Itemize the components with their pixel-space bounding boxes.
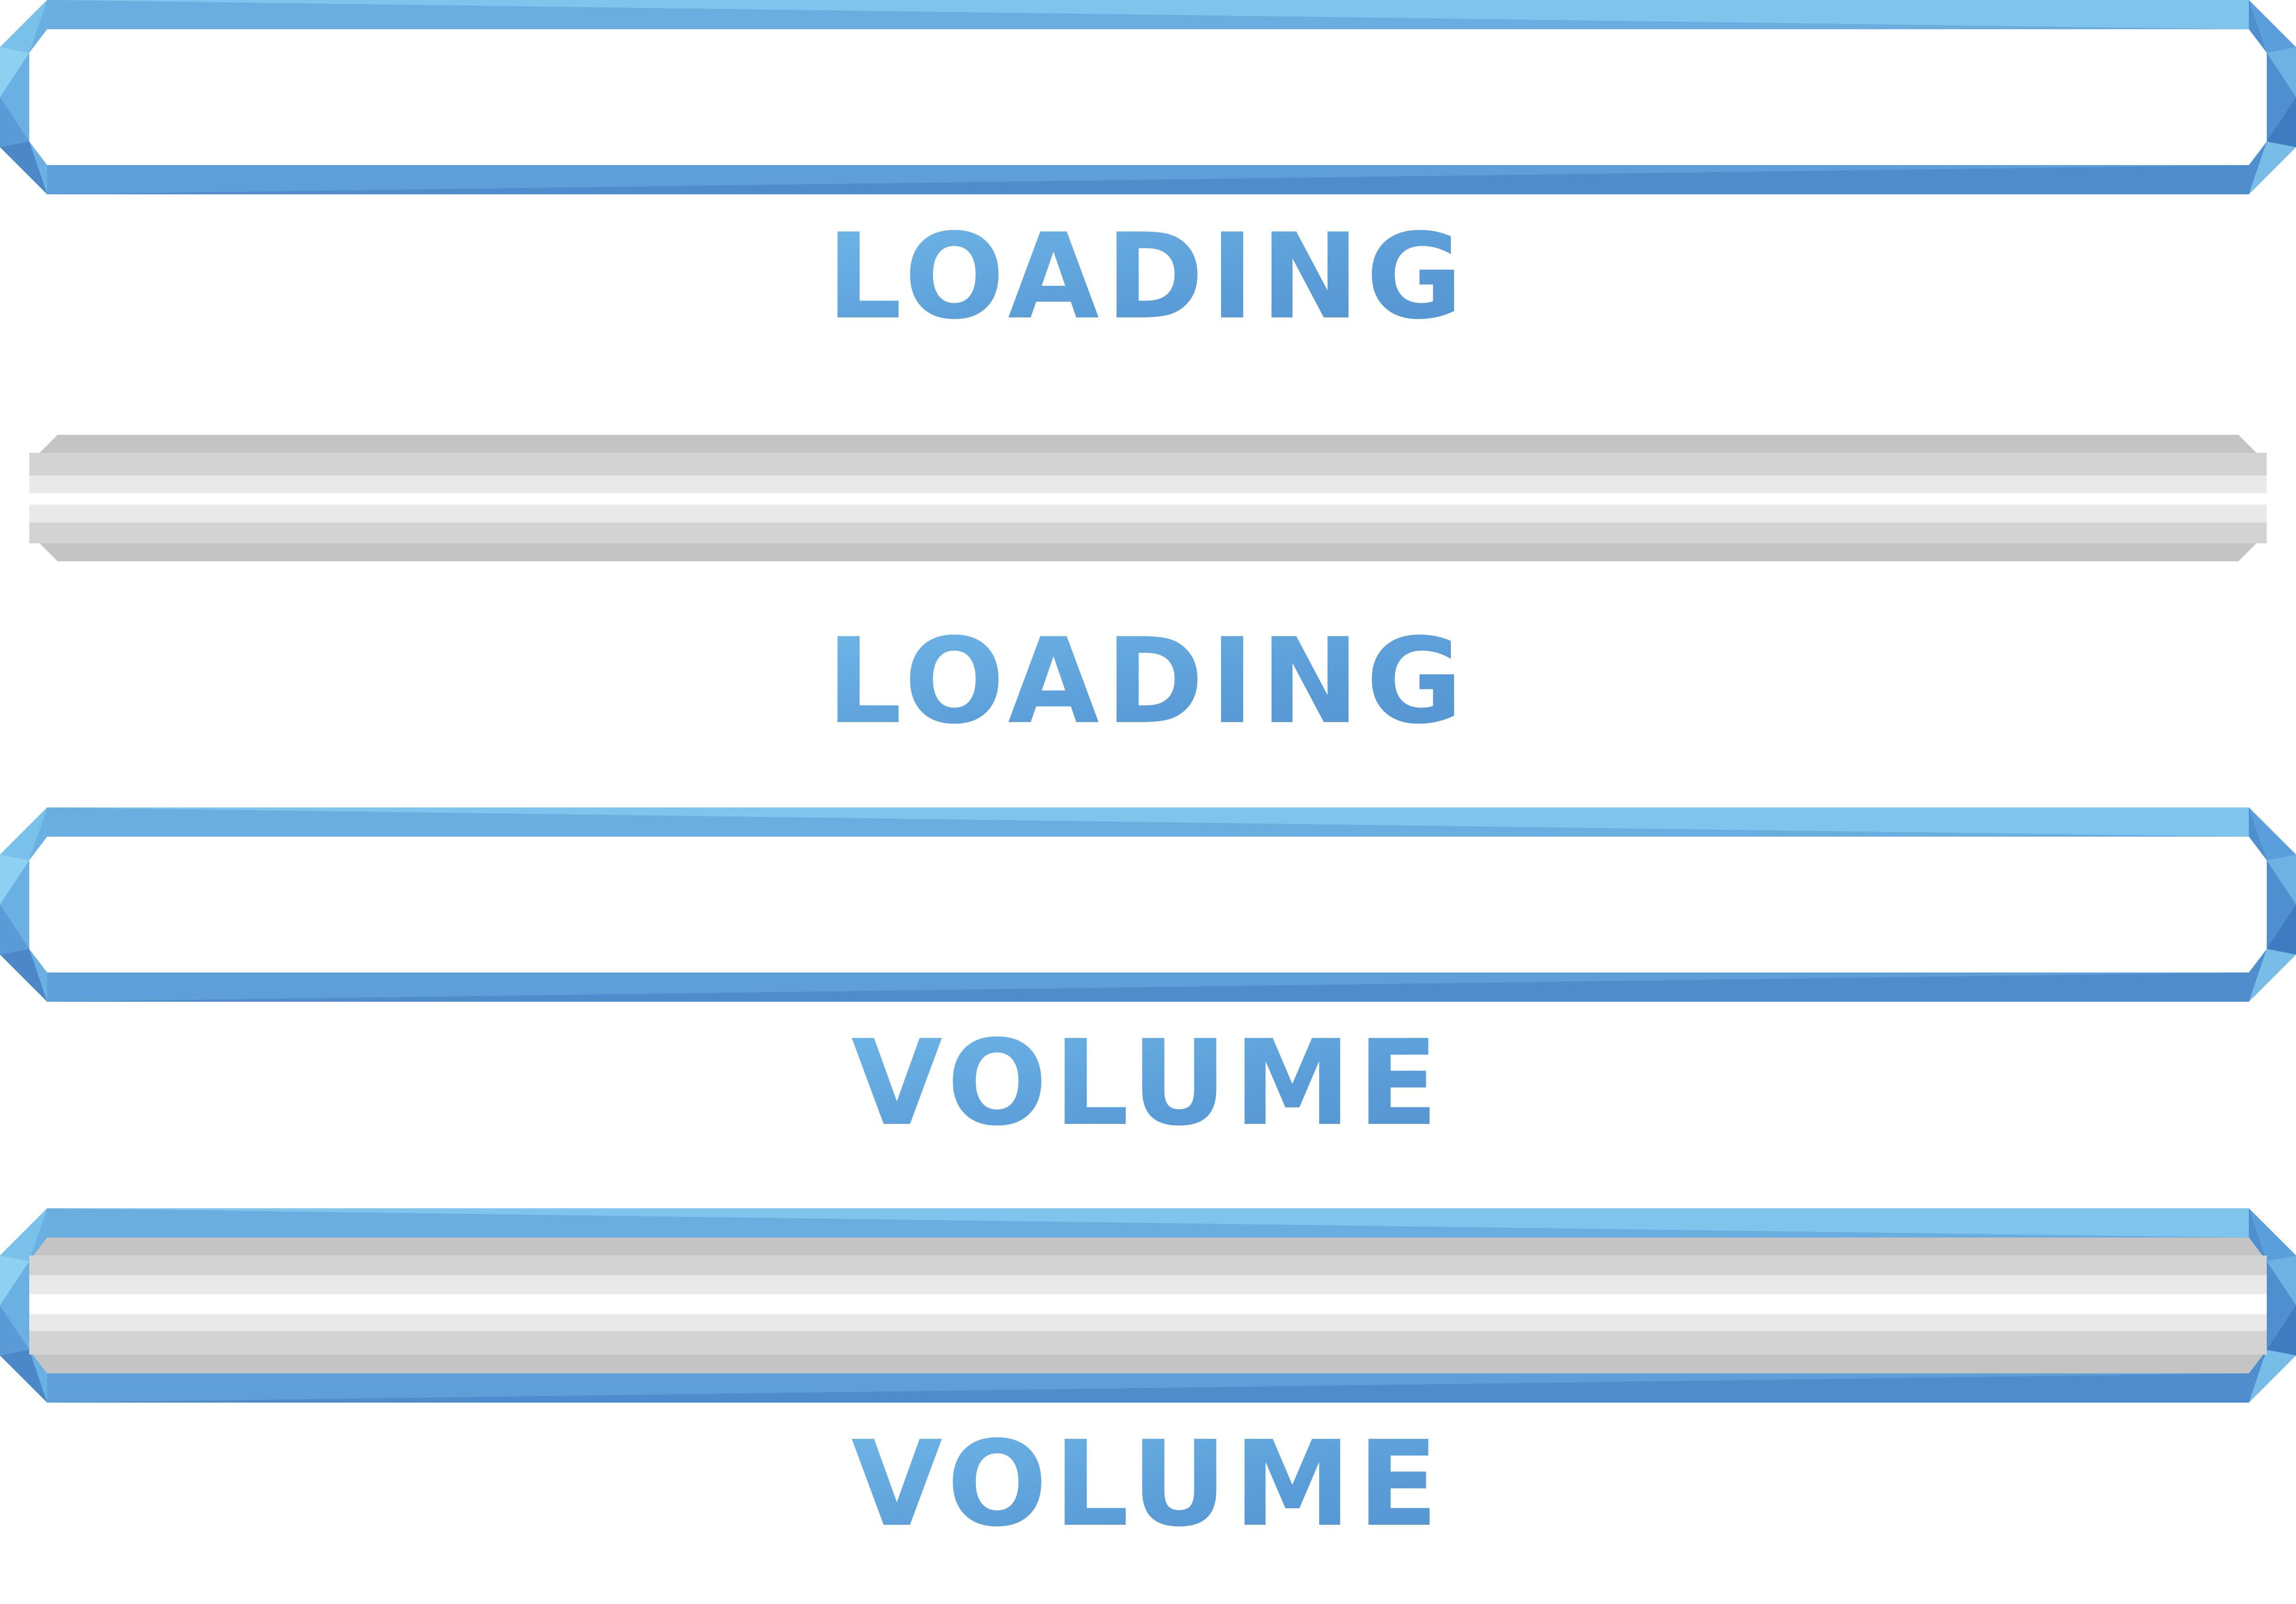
loading-label: LOADING	[0, 623, 2296, 740]
loading-track-bar	[29, 435, 2267, 561]
volume-fill	[29, 1238, 2267, 1373]
loading-progress-bar	[0, 0, 2296, 194]
volume-label: VOLUME	[0, 1425, 2296, 1543]
volume-bar	[0, 807, 2296, 1002]
volume-bar-filled	[0, 1208, 2296, 1403]
volume-label: VOLUME	[0, 1024, 2296, 1142]
loading-label: LOADING	[0, 218, 2296, 336]
